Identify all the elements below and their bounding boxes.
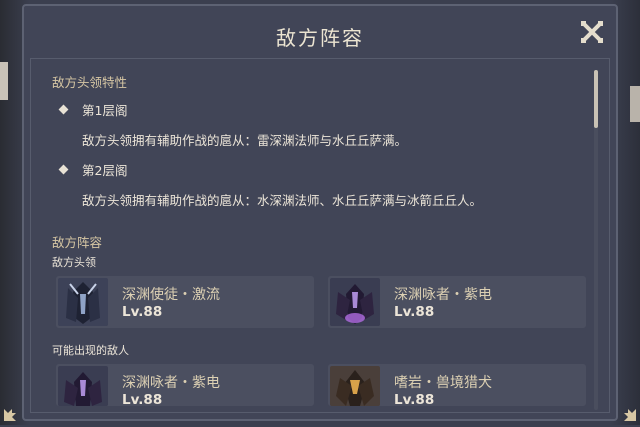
- abyss-lector-electro-portrait: [58, 366, 108, 406]
- boss-level: Lv.88: [122, 304, 163, 320]
- boss-name: 深渊使徒・激流: [122, 287, 220, 303]
- lineup-heading: 敌方阵容: [52, 235, 103, 250]
- boss-card[interactable]: 深渊使徒・激流 Lv.88: [56, 276, 314, 328]
- dialog-title: 敌方阵容: [276, 26, 364, 50]
- boss-card[interactable]: 深渊咏者・紫电 Lv.88: [328, 276, 586, 328]
- enemy-card[interactable]: 嗜岩・兽境猎犬 Lv.88: [328, 364, 586, 406]
- diamond-icon: [58, 104, 69, 115]
- background-window-edge: [0, 62, 8, 100]
- corner-ornament-icon: [620, 405, 638, 423]
- floor-2-label: 第2层阁: [82, 163, 128, 178]
- possible-enemies-label: 可能出现的敌人: [52, 344, 129, 357]
- corner-ornament-icon: [2, 405, 20, 423]
- enemy-level: Lv.88: [122, 392, 163, 404]
- boss-name: 深渊咏者・紫电: [394, 287, 492, 303]
- abyss-herald-portrait: [58, 278, 108, 326]
- boss-label: 敌方头领: [52, 256, 96, 269]
- enemy-name: 深渊咏者・紫电: [122, 375, 220, 391]
- boss-traits-heading: 敌方头领特性: [52, 75, 128, 90]
- enemy-card[interactable]: 深渊咏者・紫电 Lv.88: [56, 364, 314, 406]
- background-window-edge-right: [630, 86, 640, 122]
- floor-1-description: 敌方头领拥有辅助作战的扈从：雷深渊法师与水丘丘萨满。: [82, 133, 408, 148]
- floor-1-label: 第1层阁: [82, 103, 128, 118]
- enemy-name: 嗜岩・兽境猎犬: [394, 375, 492, 391]
- close-button[interactable]: [580, 20, 604, 44]
- diamond-icon: [58, 164, 69, 175]
- close-icon: [581, 21, 603, 43]
- enemy-lineup-dialog: 敌方阵容 敌方头领特性 第1层阁 敌方头领拥有辅助作战的扈从：雷深渊法师与水丘丘…: [22, 4, 618, 421]
- enemy-level: Lv.88: [394, 392, 435, 404]
- scrollbar-thumb[interactable]: [594, 70, 598, 128]
- rockfond-rifthound-portrait: [330, 366, 380, 406]
- abyss-lector-electro-portrait: [330, 278, 380, 326]
- floor-2-description: 敌方头领拥有辅助作战的扈从：水深渊法师、水丘丘萨满与冰箭丘丘人。: [82, 193, 483, 208]
- boss-level: Lv.88: [394, 304, 435, 320]
